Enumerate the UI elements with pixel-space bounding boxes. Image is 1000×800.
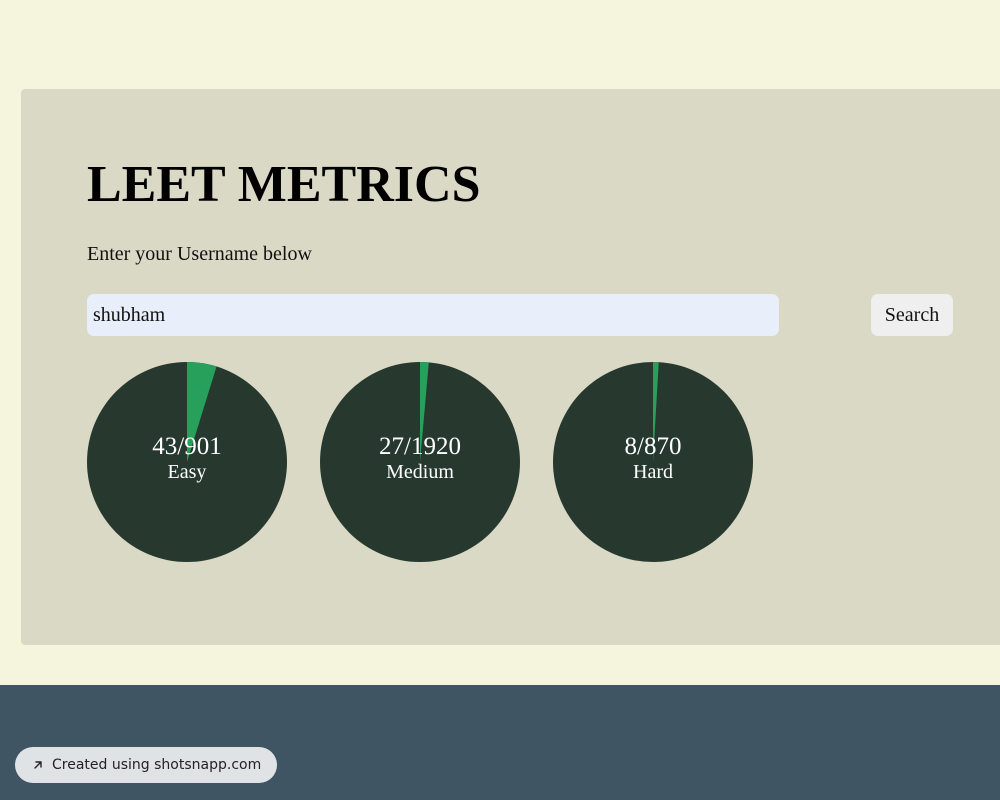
progress-circle-medium: 27/1920 Medium [320,362,520,562]
arrow-up-right-icon [34,761,42,769]
page-subtitle: Enter your Username below [87,243,312,265]
page-title: LEET METRICS [87,156,481,213]
medium-count: 27/1920 [379,433,461,460]
easy-label: Easy [167,461,207,483]
badge-text: Created using shotsnapp.com [52,757,262,773]
hard-label: Hard [633,461,673,483]
username-input[interactable] [87,294,779,336]
progress-circle-hard: 8/870 Hard [553,362,753,562]
progress-circle-easy: 43/901 Easy [87,362,287,562]
created-with-badge[interactable]: Created using shotsnapp.com [15,747,278,783]
main-card: LEET METRICS Enter your Username below S… [21,89,1000,645]
search-button[interactable]: Search [871,294,953,336]
hard-count: 8/870 [624,433,682,460]
medium-label: Medium [386,461,454,483]
easy-count: 43/901 [152,433,222,460]
